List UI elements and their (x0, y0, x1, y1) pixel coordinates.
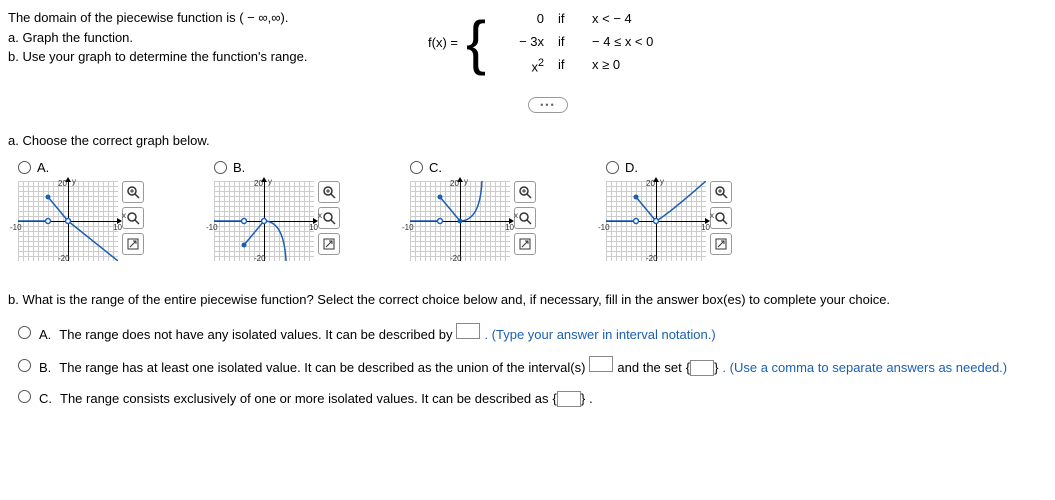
radio-b[interactable] (214, 161, 227, 174)
radio-a[interactable] (18, 161, 31, 174)
section-b-prompt: b. What is the range of the entire piece… (8, 291, 1047, 309)
choice-d-label: D. (625, 160, 638, 175)
input-c[interactable] (557, 391, 581, 407)
piece-1: 0 if x < − 4 (494, 11, 682, 26)
option-b-text1: The range has at least one isolated valu… (59, 359, 585, 377)
radio-d[interactable] (606, 161, 619, 174)
input-a[interactable] (456, 323, 480, 339)
choice-b-label: B. (233, 160, 245, 175)
expand-icon[interactable] (514, 233, 536, 255)
option-b-hint: . (Use a comma to separate answers as ne… (722, 359, 1007, 377)
expand-icon[interactable] (122, 233, 144, 255)
option-a-label: A. (39, 326, 51, 344)
option-c-text2: . (589, 390, 593, 408)
piece-3: x2 if x ≥ 0 (494, 57, 682, 74)
option-a: A. The range does not have any isolated … (18, 323, 1047, 344)
option-b-text2: and the set (617, 359, 681, 377)
fx-label: f(x) = (428, 35, 458, 50)
input-b1[interactable] (589, 356, 613, 372)
graph-b: 20 -20 -10 10 x y (214, 181, 314, 261)
set-brace-c: {} (552, 390, 585, 408)
function-definition: f(x) = { 0 if x < − 4 − 3x if − 4 ≤ x < … (428, 8, 682, 77)
zoom-in-icon[interactable] (514, 181, 536, 203)
choice-d: D. 20 -20 -10 10 x y (606, 160, 732, 261)
part-b-prompt: b. Use your graph to determine the funct… (8, 47, 388, 67)
expand-icon[interactable] (318, 233, 340, 255)
set-brace-b: {} (686, 359, 719, 377)
option-c: C. The range consists exclusively of one… (18, 390, 1047, 408)
domain-line: The domain of the piecewise function is … (8, 8, 388, 28)
part-a-prompt: a. Graph the function. (8, 28, 388, 48)
radio-opt-c[interactable] (18, 390, 31, 403)
option-b-label: B. (39, 359, 51, 377)
option-c-label: C. (39, 390, 52, 408)
graph-a: 20 -20 -10 10 x y (18, 181, 118, 261)
choice-a: A. 20 -20 -10 10 x y (18, 160, 144, 261)
ellipsis-expand[interactable]: ••• (528, 97, 568, 113)
radio-opt-a[interactable] (18, 326, 31, 339)
choice-c: C. 20 -20 -10 10 x y (410, 160, 536, 261)
graph-c: 20 -20 -10 10 x y (410, 181, 510, 261)
expand-icon[interactable] (710, 233, 732, 255)
choice-c-label: C. (429, 160, 442, 175)
option-a-text: The range does not have any isolated val… (59, 326, 452, 344)
zoom-in-icon[interactable] (122, 181, 144, 203)
radio-c[interactable] (410, 161, 423, 174)
choice-a-label: A. (37, 160, 49, 175)
radio-opt-b[interactable] (18, 359, 31, 372)
graph-d: 20 -20 -10 10 x y (606, 181, 706, 261)
zoom-in-icon[interactable] (710, 181, 732, 203)
option-c-text1: The range consists exclusively of one or… (60, 390, 548, 408)
zoom-in-icon[interactable] (318, 181, 340, 203)
input-b2[interactable] (690, 360, 714, 376)
option-b: B. The range has at least one isolated v… (18, 356, 1047, 377)
left-brace: { (466, 8, 486, 77)
choice-b: B. 20 -20 -10 10 x y (214, 160, 340, 261)
option-a-hint: . (Type your answer in interval notation… (484, 326, 715, 344)
section-a-prompt: a. Choose the correct graph below. (8, 133, 1047, 148)
piece-2: − 3x if − 4 ≤ x < 0 (494, 34, 682, 49)
